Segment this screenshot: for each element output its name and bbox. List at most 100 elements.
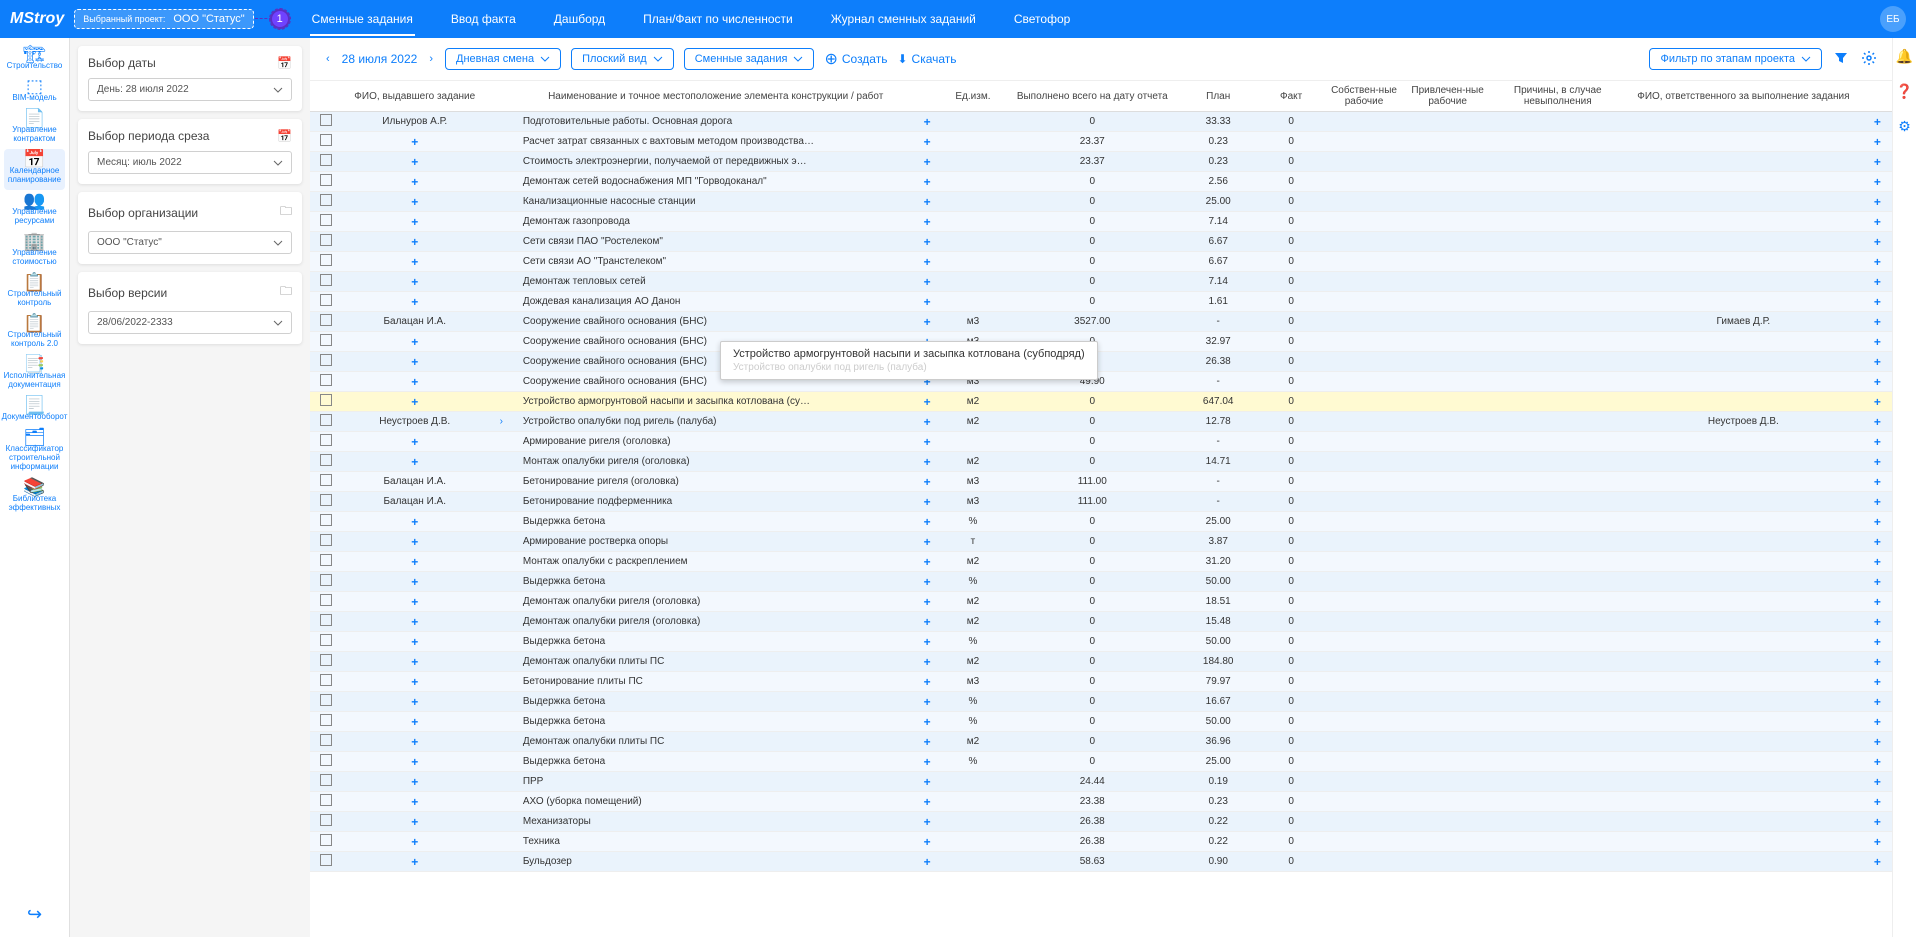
tab-3[interactable]: План/Факт по численности bbox=[641, 12, 795, 26]
add-icon[interactable]: + bbox=[924, 555, 931, 569]
table-row[interactable]: +Бульдозер+58.630.900+ bbox=[310, 852, 1892, 872]
add-icon[interactable]: + bbox=[1874, 315, 1881, 329]
sidebar-item[interactable]: 📄Управление контрактом bbox=[0, 108, 69, 149]
table-row[interactable]: +Демонтаж опалубки плиты ПС+м2036.960+ bbox=[310, 732, 1892, 752]
checkbox[interactable] bbox=[320, 214, 332, 226]
toolbar-date[interactable]: 28 июля 2022 bbox=[342, 52, 418, 66]
expand-plus-icon[interactable]: + bbox=[411, 275, 418, 289]
add-icon[interactable]: + bbox=[924, 755, 931, 769]
checkbox[interactable] bbox=[320, 114, 332, 126]
table-row[interactable]: +Устройство армогрунтовой насыпи и засып… bbox=[310, 392, 1892, 412]
filter-date-select[interactable]: День: 28 июля 2022 bbox=[88, 78, 292, 101]
add-icon[interactable]: + bbox=[924, 795, 931, 809]
col-header[interactable] bbox=[310, 81, 342, 112]
table-row[interactable]: +Дождевая канализация АО Данон+01.610+ bbox=[310, 292, 1892, 312]
table-row[interactable]: +Расчет затрат связанных с вахтовым мето… bbox=[310, 132, 1892, 152]
col-header[interactable]: Привлечен-ные рабочие bbox=[1404, 81, 1492, 112]
expand-plus-icon[interactable]: + bbox=[411, 515, 418, 529]
expand-plus-icon[interactable]: + bbox=[411, 335, 418, 349]
expand-plus-icon[interactable]: + bbox=[411, 535, 418, 549]
checkbox[interactable] bbox=[320, 154, 332, 166]
add-icon[interactable]: + bbox=[924, 615, 931, 629]
col-header[interactable]: Собствен-ные рабочие bbox=[1324, 81, 1404, 112]
expand-plus-icon[interactable]: + bbox=[411, 775, 418, 789]
add-icon[interactable]: + bbox=[1874, 495, 1881, 509]
col-header[interactable]: Причины, в случае невыполнения bbox=[1491, 81, 1624, 112]
add-icon[interactable]: + bbox=[1874, 655, 1881, 669]
grid-wrap[interactable]: ФИО, выдавшего заданиеНаименование и точ… bbox=[310, 81, 1892, 937]
add-icon[interactable]: + bbox=[924, 235, 931, 249]
expand-plus-icon[interactable]: + bbox=[411, 435, 418, 449]
type-select[interactable]: Сменные задания bbox=[684, 48, 815, 70]
sidebar-item[interactable]: 📃Документооборот bbox=[0, 395, 69, 427]
filter-period-select[interactable]: Месяц: июль 2022 bbox=[88, 151, 292, 174]
project-selector[interactable]: Выбранный проект: ООО "Статус" bbox=[74, 9, 253, 29]
add-icon[interactable]: + bbox=[1874, 555, 1881, 569]
tab-1[interactable]: Ввод факта bbox=[449, 12, 518, 26]
expand-plus-icon[interactable]: + bbox=[411, 455, 418, 469]
add-icon[interactable]: + bbox=[1874, 115, 1881, 129]
add-icon[interactable]: + bbox=[1874, 515, 1881, 529]
add-icon[interactable]: + bbox=[924, 675, 931, 689]
checkbox[interactable] bbox=[320, 694, 332, 706]
table-row[interactable]: +Армирование ригеля (оголовка)+0-0+ bbox=[310, 432, 1892, 452]
add-icon[interactable]: + bbox=[924, 275, 931, 289]
expand-plus-icon[interactable]: + bbox=[411, 695, 418, 709]
add-icon[interactable]: + bbox=[1874, 475, 1881, 489]
expand-plus-icon[interactable]: + bbox=[411, 215, 418, 229]
checkbox[interactable] bbox=[320, 494, 332, 506]
add-icon[interactable]: + bbox=[924, 255, 931, 269]
add-icon[interactable]: + bbox=[924, 855, 931, 869]
expand-plus-icon[interactable]: + bbox=[411, 135, 418, 149]
table-row[interactable]: Балацан И.А.Сооружение свайного основани… bbox=[310, 312, 1892, 332]
prev-date[interactable]: ‹ bbox=[324, 51, 332, 67]
sidebar-item[interactable]: 📅Календарное планирование bbox=[4, 149, 66, 190]
checkbox[interactable] bbox=[320, 714, 332, 726]
checkbox[interactable] bbox=[320, 474, 332, 486]
checkbox[interactable] bbox=[320, 354, 332, 366]
add-icon[interactable]: + bbox=[1874, 255, 1881, 269]
funnel-icon[interactable] bbox=[1832, 49, 1850, 70]
tab-0[interactable]: Сменные задания bbox=[310, 12, 415, 36]
stage-filter[interactable]: Фильтр по этапам проекта bbox=[1649, 48, 1822, 70]
add-icon[interactable]: + bbox=[1874, 395, 1881, 409]
table-row[interactable]: +Армирование ростверка опоры+т03.870+ bbox=[310, 532, 1892, 552]
add-icon[interactable]: + bbox=[1874, 715, 1881, 729]
add-icon[interactable]: + bbox=[924, 715, 931, 729]
expand-plus-icon[interactable]: + bbox=[411, 355, 418, 369]
checkbox[interactable] bbox=[320, 854, 332, 866]
checkbox[interactable] bbox=[320, 514, 332, 526]
expand-plus-icon[interactable]: + bbox=[411, 675, 418, 689]
add-icon[interactable]: + bbox=[924, 395, 931, 409]
expand-plus-icon[interactable]: + bbox=[411, 595, 418, 609]
add-icon[interactable]: + bbox=[924, 195, 931, 209]
expand-plus-icon[interactable]: + bbox=[411, 855, 418, 869]
checkbox[interactable] bbox=[320, 794, 332, 806]
add-icon[interactable]: + bbox=[924, 475, 931, 489]
sidebar-item[interactable]: 🗂Классификатор строительной информации bbox=[0, 427, 69, 477]
checkbox[interactable] bbox=[320, 334, 332, 346]
add-icon[interactable]: + bbox=[924, 115, 931, 129]
checkbox[interactable] bbox=[320, 174, 332, 186]
sidebar-item[interactable]: 🏗Строительство bbox=[0, 44, 69, 76]
table-row[interactable]: +Выдержка бетона+%025.000+ bbox=[310, 752, 1892, 772]
table-row[interactable]: Неустроев Д.В.›Устройство опалубки под р… bbox=[310, 412, 1892, 432]
sidebar-item[interactable]: 👥Управление ресурсами bbox=[0, 190, 69, 231]
add-icon[interactable]: + bbox=[1874, 455, 1881, 469]
checkbox[interactable] bbox=[320, 554, 332, 566]
view-select[interactable]: Плоский вид bbox=[571, 48, 674, 70]
add-icon[interactable]: + bbox=[1874, 535, 1881, 549]
add-icon[interactable]: + bbox=[924, 435, 931, 449]
checkbox[interactable] bbox=[320, 534, 332, 546]
bell-icon[interactable]: 🔔 bbox=[1896, 48, 1913, 65]
col-header[interactable]: ФИО, выдавшего задание bbox=[342, 81, 488, 112]
table-row[interactable]: +Выдержка бетона+%025.000+ bbox=[310, 512, 1892, 532]
checkbox[interactable] bbox=[320, 834, 332, 846]
expand-plus-icon[interactable]: + bbox=[411, 815, 418, 829]
add-icon[interactable]: + bbox=[1874, 155, 1881, 169]
expand-plus-icon[interactable]: + bbox=[411, 235, 418, 249]
table-row[interactable]: +Демонтаж сетей водоснабжения МП "Горвод… bbox=[310, 172, 1892, 192]
add-icon[interactable]: + bbox=[1874, 355, 1881, 369]
checkbox[interactable] bbox=[320, 394, 332, 406]
table-row[interactable]: Ильнуров А.Р.Подготовительные работы. Ос… bbox=[310, 112, 1892, 132]
